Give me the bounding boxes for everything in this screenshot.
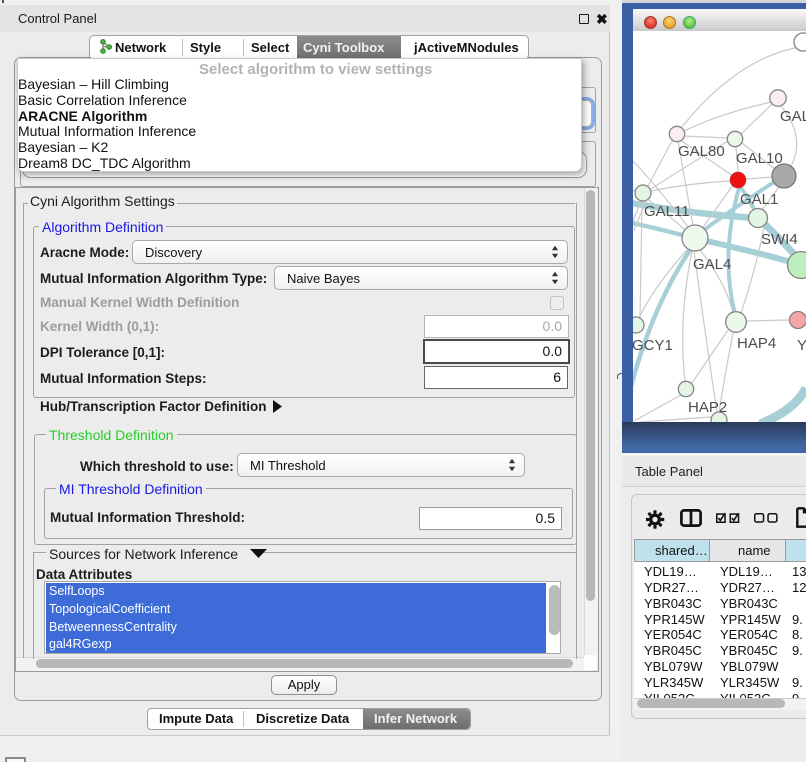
svg-text:GAL10: GAL10 — [736, 150, 783, 167]
svg-text:GAL80: GAL80 — [678, 143, 725, 160]
svg-text:GAL4: GAL4 — [693, 256, 731, 273]
svg-text:GAL2: GAL2 — [780, 108, 806, 125]
svg-text:GCY1: GCY1 — [633, 337, 673, 354]
svg-text:SWI4: SWI4 — [761, 231, 798, 248]
svg-text:Y: Y — [797, 337, 806, 354]
svg-text:HAP2: HAP2 — [688, 399, 727, 416]
svg-text:GAL11: GAL11 — [644, 203, 690, 220]
svg-text:HAP4: HAP4 — [737, 335, 776, 352]
svg-text:GAL1: GAL1 — [740, 191, 778, 208]
